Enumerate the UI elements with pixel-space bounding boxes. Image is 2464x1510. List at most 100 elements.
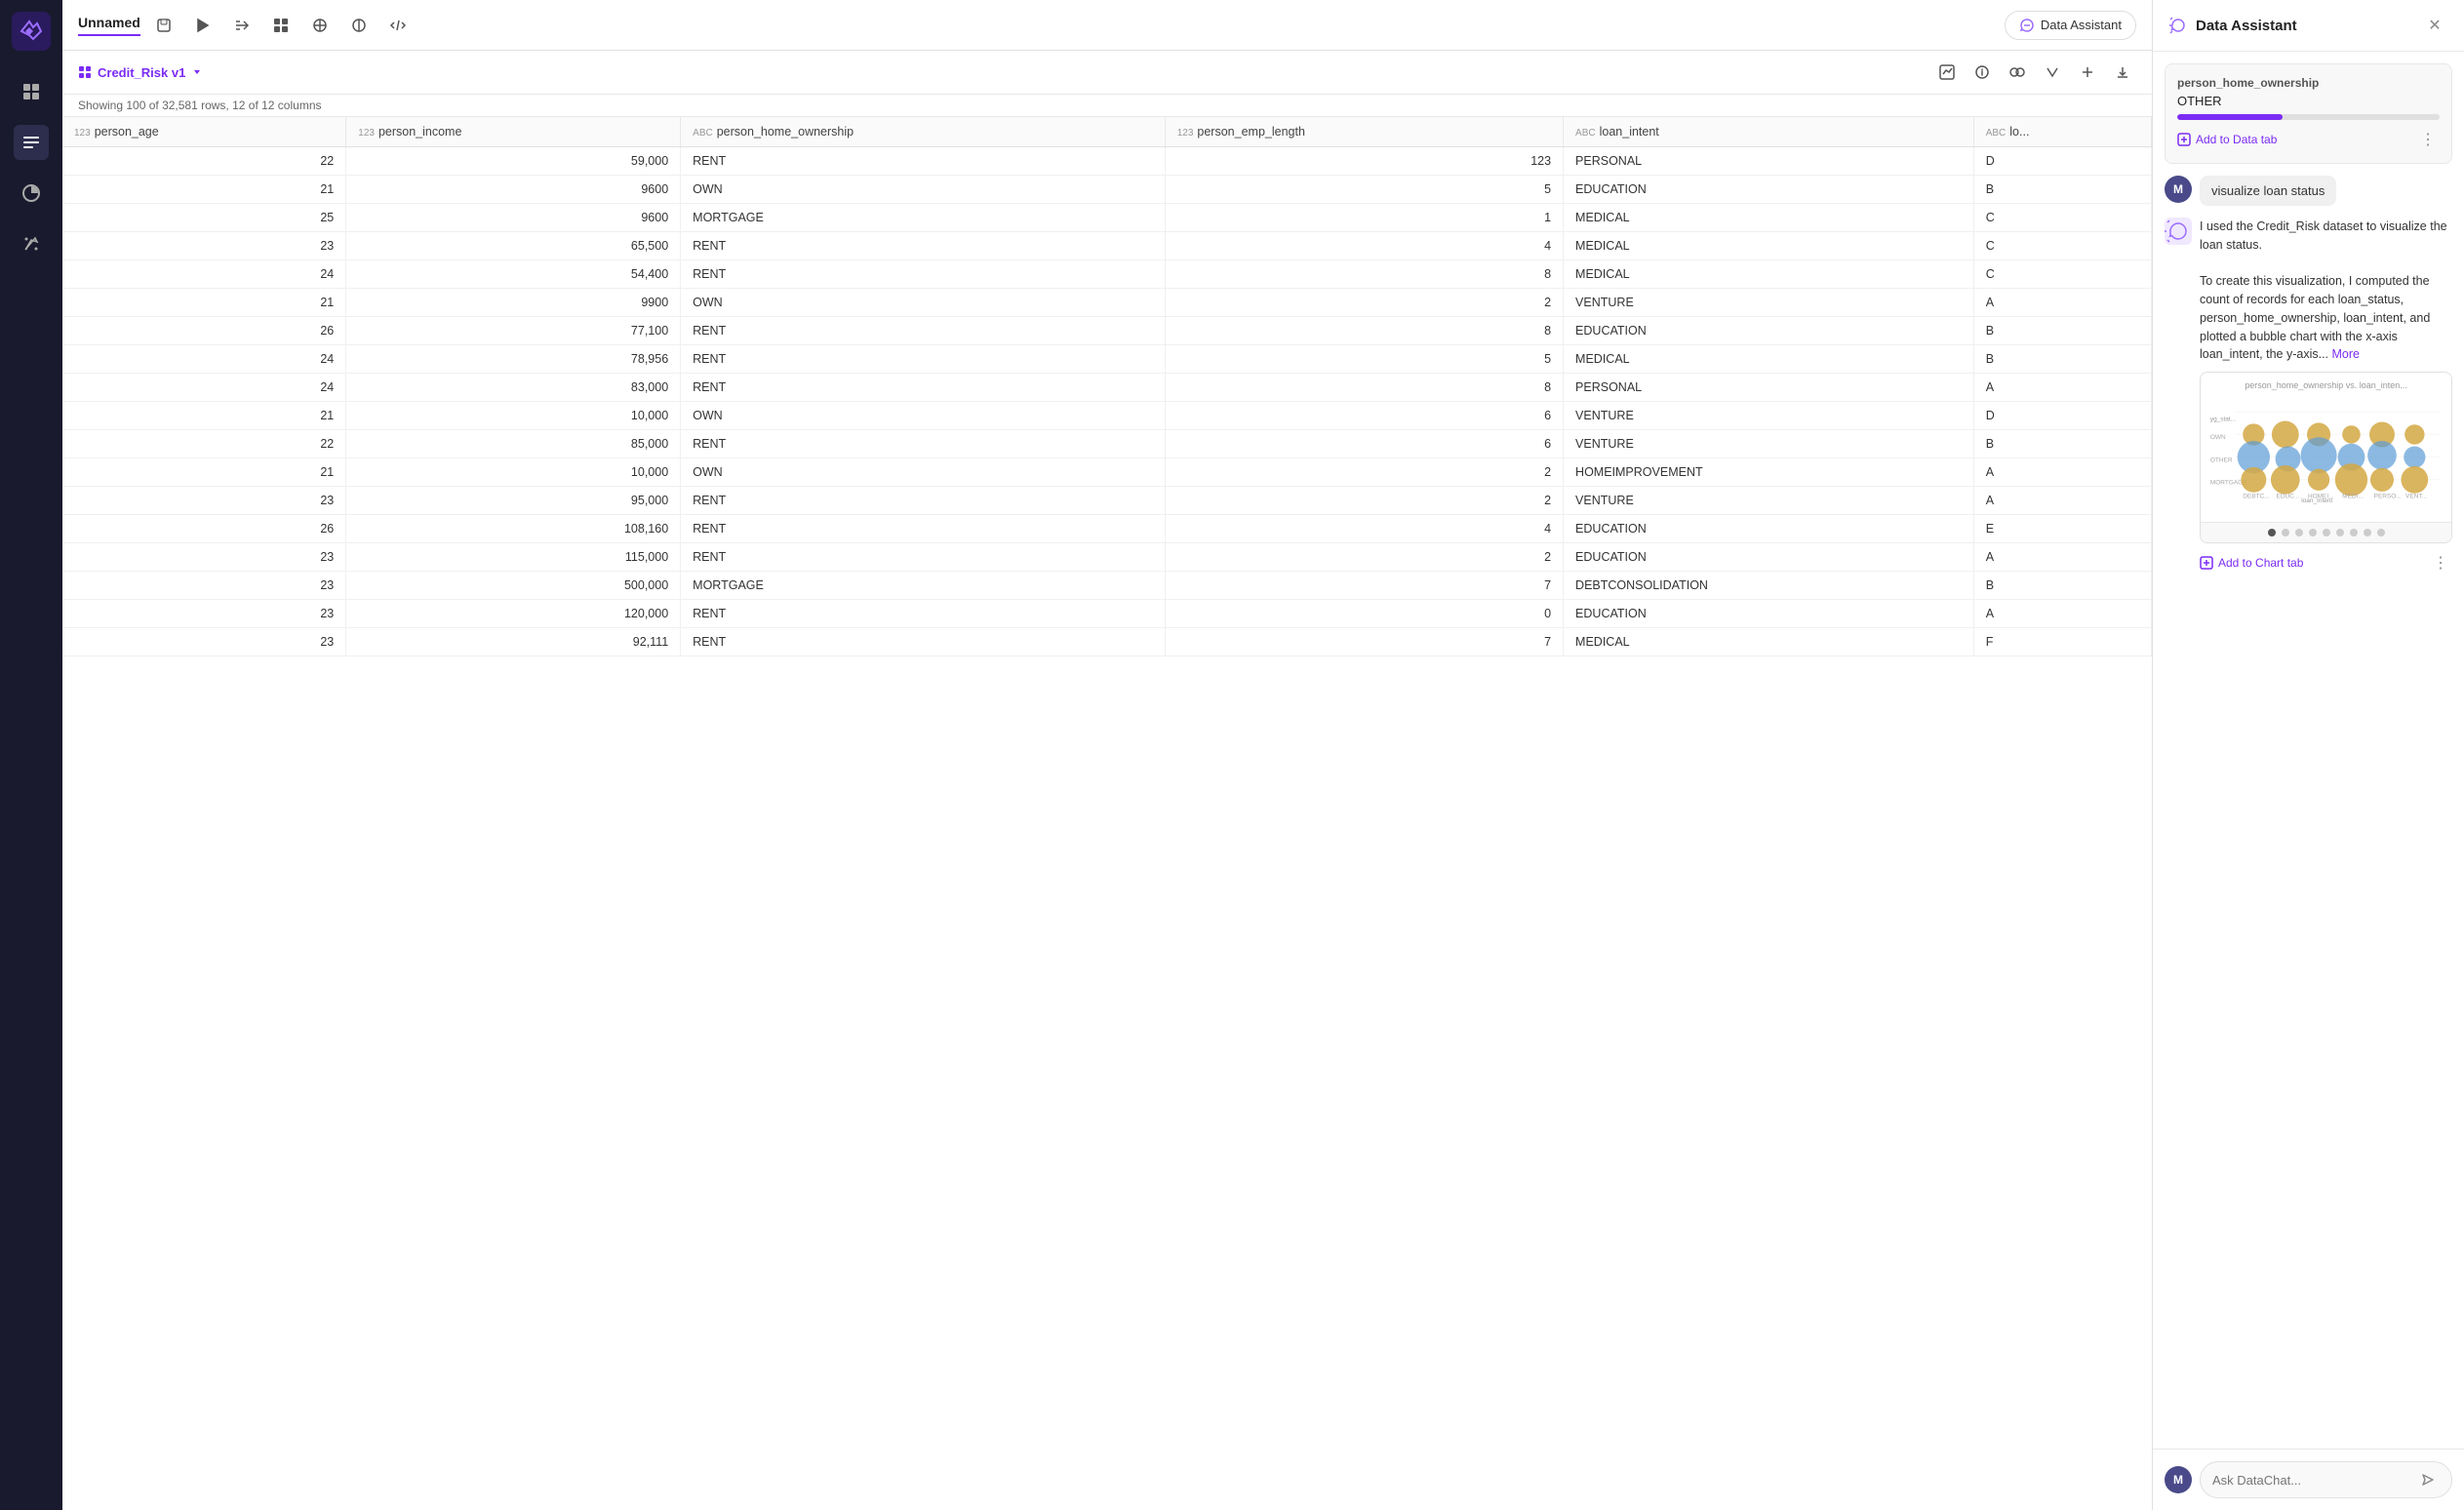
table-row: 259600MORTGAGE1MEDICALC — [62, 204, 2152, 232]
download-btn[interactable] — [2109, 59, 2136, 86]
chart-dot-1[interactable] — [2268, 529, 2276, 536]
toolbar-btn-transform[interactable] — [226, 10, 258, 41]
data-table-container[interactable]: 123person_age 123person_income ABCperson… — [62, 117, 2152, 1510]
table-header-row: 123person_age 123person_income ABCperson… — [62, 117, 2152, 147]
table-cell: 0 — [1165, 600, 1563, 628]
add-column-btn[interactable] — [2074, 59, 2101, 86]
toolbar-btn-grid[interactable] — [265, 10, 297, 41]
toolbar-btn-split[interactable] — [343, 10, 375, 41]
table-cell: 10,000 — [346, 402, 681, 430]
ai-message-text: I used the Credit_Risk dataset to visual… — [2200, 218, 2452, 364]
chart-dot-5[interactable] — [2323, 529, 2330, 536]
table-cell: 4 — [1165, 515, 1563, 543]
sidebar-icon-chart[interactable] — [14, 176, 49, 211]
add-to-data-tab-button[interactable]: Add to Data tab — [2177, 133, 2277, 146]
chart-dot-6[interactable] — [2336, 529, 2344, 536]
table-cell: 115,000 — [346, 543, 681, 572]
data-assistant-button[interactable]: Data Assistant — [2005, 11, 2136, 40]
table-cell: 85,000 — [346, 430, 681, 458]
col-header-loan-intent[interactable]: ABCloan_intent — [1564, 117, 1974, 147]
table-row: 2478,956RENT5MEDICALB — [62, 345, 2152, 374]
add-to-tab-icon — [2177, 133, 2191, 146]
chat-send-button[interactable] — [2416, 1468, 2440, 1491]
table-cell: 9900 — [346, 289, 681, 317]
table-cell: PERSONAL — [1564, 374, 1974, 402]
table-cell: MEDICAL — [1564, 204, 1974, 232]
table-cell: C — [1973, 204, 2151, 232]
table-cell: MORTGAGE — [681, 204, 1166, 232]
col-header-person-age[interactable]: 123person_age — [62, 117, 346, 147]
table-cell: 21 — [62, 458, 346, 487]
svg-text:EDUC...: EDUC... — [2277, 493, 2300, 499]
table-cell: D — [1973, 147, 2151, 176]
table-cell: 21 — [62, 289, 346, 317]
result-value: OTHER — [2177, 94, 2440, 108]
chat-input-area: M — [2153, 1449, 2464, 1510]
table-cell: 2 — [1165, 289, 1563, 317]
join-btn[interactable] — [2004, 59, 2031, 86]
data-table: 123person_age 123person_income ABCperson… — [62, 117, 2152, 656]
union-btn[interactable] — [2039, 59, 2066, 86]
chat-input-field[interactable] — [2212, 1473, 2408, 1488]
result-field-label: person_home_ownership — [2177, 76, 2440, 90]
table-cell: EDUCATION — [1564, 600, 1974, 628]
panel-close-button[interactable]: ✕ — [2421, 12, 2448, 39]
user-message: M visualize loan status — [2165, 176, 2452, 206]
table-cell: 500,000 — [346, 572, 681, 600]
chart-dot-3[interactable] — [2295, 529, 2303, 536]
table-cell: 54,400 — [346, 260, 681, 289]
col-header-lo[interactable]: ABClo... — [1973, 117, 2151, 147]
table-row: 2677,100RENT8EDUCATIONB — [62, 317, 2152, 345]
result-card-more-button[interactable]: ⋮ — [2416, 128, 2440, 151]
table-row: 2454,400RENT8MEDICALC — [62, 260, 2152, 289]
table-cell: RENT — [681, 600, 1166, 628]
col-header-person-emp-length[interactable]: 123person_emp_length — [1165, 117, 1563, 147]
table-cell: EDUCATION — [1564, 176, 1974, 204]
chart-title-label: person_home_ownership vs. loan_inten... — [2208, 380, 2444, 390]
table-cell: 23 — [62, 232, 346, 260]
table-cell: VENTURE — [1564, 402, 1974, 430]
chat-messages[interactable]: person_home_ownership OTHER Add to Data … — [2153, 52, 2464, 1449]
chart-dot-7[interactable] — [2350, 529, 2358, 536]
table-cell: OWN — [681, 402, 1166, 430]
table-cell: MORTGAGE — [681, 572, 1166, 600]
toolbar-btn-save[interactable] — [148, 10, 179, 41]
sidebar-icon-data[interactable] — [14, 125, 49, 160]
col-header-person-income[interactable]: 123person_income — [346, 117, 681, 147]
table-cell: C — [1973, 260, 2151, 289]
table-cell: 120,000 — [346, 600, 681, 628]
table-cell: 24 — [62, 374, 346, 402]
col-header-person-home-ownership[interactable]: ABCperson_home_ownership — [681, 117, 1166, 147]
user-message-text: visualize loan status — [2200, 176, 2336, 206]
chart-dot-9[interactable] — [2377, 529, 2385, 536]
info-btn[interactable] — [1968, 59, 1996, 86]
chart-view-btn[interactable] — [1933, 59, 1961, 86]
table-cell: 77,100 — [346, 317, 681, 345]
chart-dot-4[interactable] — [2309, 529, 2317, 536]
sidebar-icon-table[interactable] — [14, 74, 49, 109]
table-cell: OWN — [681, 176, 1166, 204]
chart-dot-8[interactable] — [2364, 529, 2371, 536]
table-row: 2110,000OWN6VENTURED — [62, 402, 2152, 430]
table-cell: C — [1973, 232, 2151, 260]
more-link[interactable]: More — [2332, 347, 2360, 361]
toolbar-btn-pivot[interactable] — [304, 10, 336, 41]
add-to-chart-tab-button[interactable]: Add to Chart tab — [2200, 556, 2303, 570]
toolbar-btn-sum[interactable] — [187, 10, 219, 41]
sidebar-icon-magic[interactable] — [14, 226, 49, 261]
chart-more-button[interactable]: ⋮ — [2429, 551, 2452, 575]
result-bar — [2177, 114, 2440, 120]
table-cell: HOMEIMPROVEMENT — [1564, 458, 1974, 487]
assistant-icon — [2168, 16, 2188, 35]
ai-response-message: I used the Credit_Risk dataset to visual… — [2165, 218, 2452, 575]
add-to-data-tab-row: Add to Data tab ⋮ — [2177, 128, 2440, 151]
send-icon — [2420, 1472, 2436, 1488]
data-assistant-label: Data Assistant — [2041, 18, 2122, 32]
user-avatar: M — [2165, 176, 2192, 203]
table-cell: 8 — [1165, 374, 1563, 402]
table-row: 2392,111RENT7MEDICALF — [62, 628, 2152, 656]
table-cell: A — [1973, 289, 2151, 317]
toolbar-btn-code[interactable] — [382, 10, 414, 41]
table-row: 26108,160RENT4EDUCATIONE — [62, 515, 2152, 543]
chart-dot-2[interactable] — [2282, 529, 2289, 536]
